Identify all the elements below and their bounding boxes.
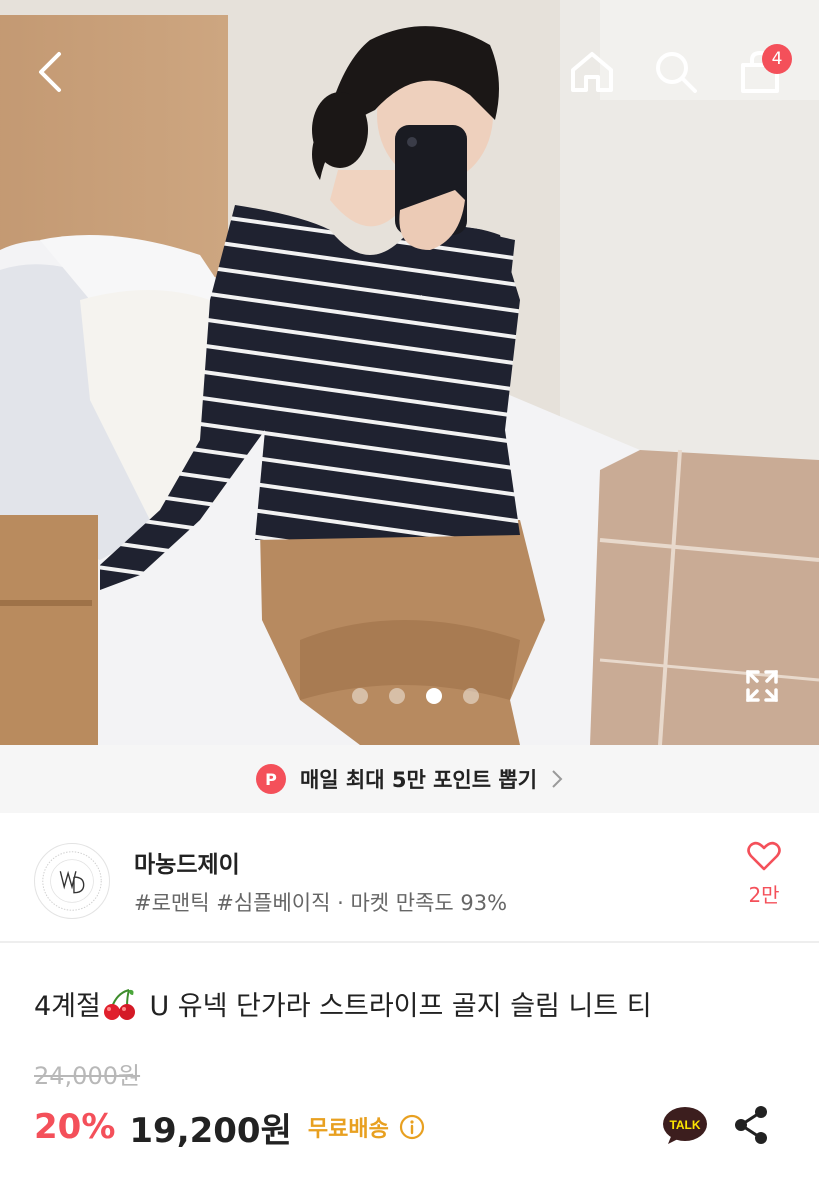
original-price: 24,000원: [34, 1062, 141, 1090]
sale-price: 19,200원: [129, 1110, 292, 1151]
point-badge: P: [255, 764, 286, 794]
cart-button[interactable]: 4: [734, 44, 792, 98]
back-button[interactable]: [24, 46, 76, 98]
favorite-store-button[interactable]: 2만: [736, 841, 792, 908]
heart-icon: [747, 841, 781, 871]
point-draw-banner[interactable]: P 매일 최대 5만 포인트 뽑기: [0, 745, 819, 813]
info-icon[interactable]: [399, 1114, 425, 1140]
carousel-dot[interactable]: [426, 688, 442, 704]
product-image-carousel[interactable]: 4: [0, 0, 819, 745]
talk-label: TALK: [669, 1118, 700, 1132]
search-button[interactable]: [650, 46, 702, 98]
favorite-count: 2만: [748, 883, 780, 907]
price-row: 20% 19,200원 무료배송: [34, 1102, 425, 1152]
point-banner-text: 매일 최대 5만 포인트 뽑기: [299, 768, 538, 792]
store-info-row[interactable]: 마농드제이 #로맨틱 #심플베이직 · 마켓 만족도 93% 2만: [0, 813, 819, 943]
talk-icon: TALK: [663, 1107, 707, 1144]
store-logo: [34, 843, 110, 919]
cherry-icon: [103, 989, 135, 1020]
carousel-dot[interactable]: [463, 688, 479, 704]
home-button[interactable]: [566, 46, 618, 98]
kakao-talk-button[interactable]: TALK: [662, 1106, 708, 1150]
product-title-text: U 유넥 단가라 스트라이프 골지 슬림 니트 티: [140, 991, 652, 1022]
carousel-indicator: [0, 688, 819, 704]
discount-rate: 20%: [34, 1107, 116, 1147]
product-title: 4계절 U 유넥 단가라 스트라이프 골지 슬림 니트 티: [34, 984, 652, 1023]
share-button[interactable]: [732, 1104, 770, 1150]
free-shipping-label: 무료배송: [307, 1117, 389, 1142]
carousel-dot[interactable]: [389, 688, 405, 704]
product-photo: [0, 0, 819, 745]
search-icon: [656, 52, 697, 93]
expand-icon: [746, 670, 778, 702]
product-title-prefix: 4계절: [34, 991, 101, 1022]
share-icon: [735, 1106, 767, 1144]
carousel-dot[interactable]: [352, 688, 368, 704]
chevron-right-icon: [552, 770, 563, 788]
expand-image-button[interactable]: [740, 664, 784, 708]
store-tags: #로맨틱 #심플베이직 · 마켓 만족도 93%: [134, 891, 508, 915]
cart-count-badge: 4: [762, 44, 792, 74]
store-name[interactable]: 마농드제이: [134, 845, 240, 879]
back-arrow-icon: [39, 52, 61, 92]
home-icon: [571, 52, 613, 92]
